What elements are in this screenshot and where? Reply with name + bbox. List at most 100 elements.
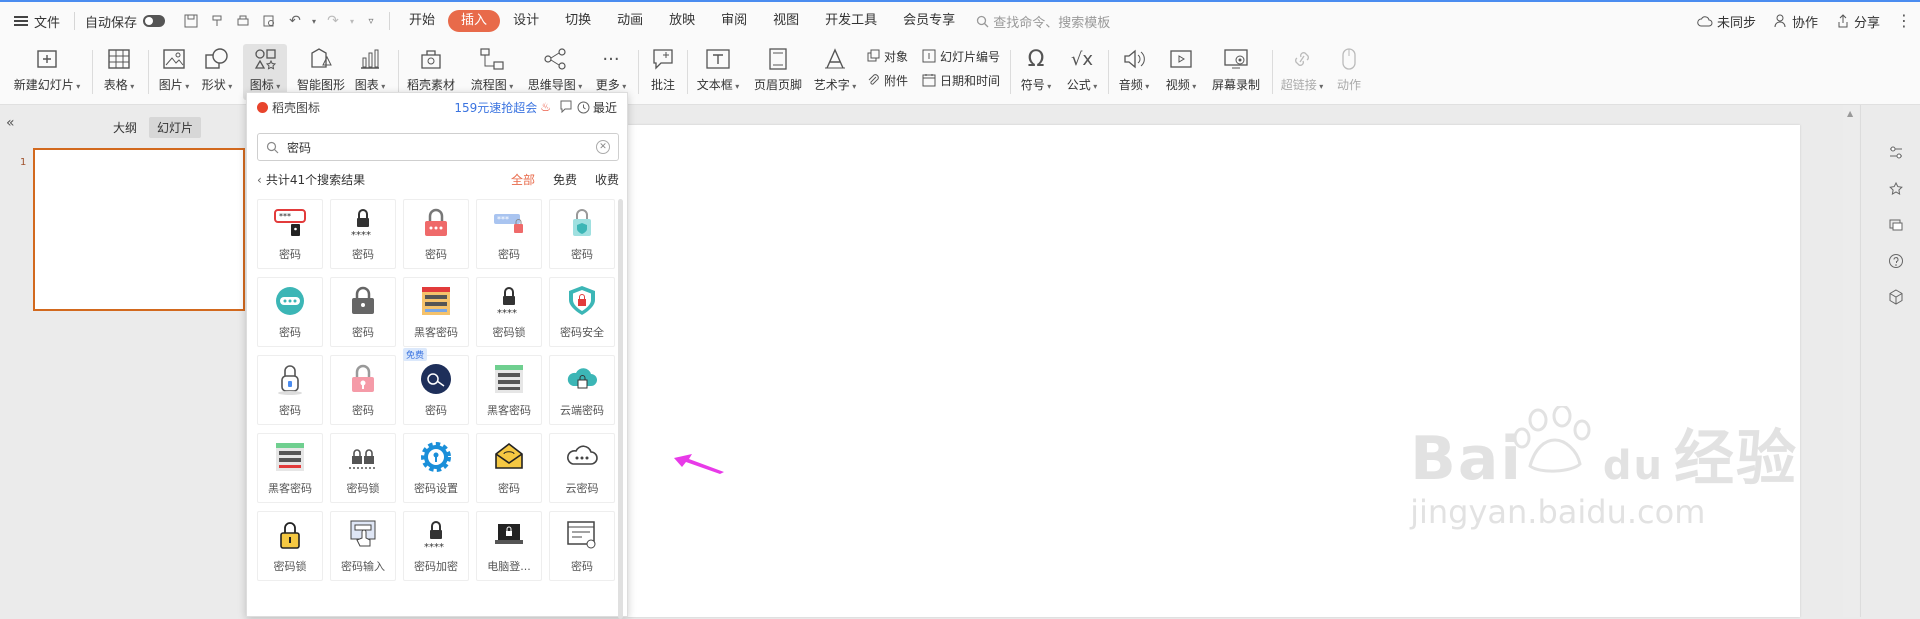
icon-result-item[interactable]: 密码设置	[403, 433, 469, 503]
tab-home[interactable]: 开始	[396, 10, 448, 32]
icon-result-item[interactable]: 云密码	[549, 433, 615, 503]
comment-button[interactable]: 批注	[646, 44, 680, 100]
icon-result-item[interactable]: 密码锁	[257, 511, 323, 581]
tab-member[interactable]: 会员专享	[890, 10, 968, 32]
divider	[1272, 50, 1273, 94]
right-tools: 未同步 协作 分享	[1697, 2, 1880, 40]
datetime-button[interactable]: 日期和时间	[922, 70, 1000, 90]
icon-result-item[interactable]: 黑客密码	[403, 277, 469, 347]
icon-result-item[interactable]: 密码输入	[330, 511, 396, 581]
animation-icon[interactable]	[1878, 171, 1914, 207]
slide-thumbnail[interactable]	[33, 148, 245, 311]
help-icon[interactable]	[1878, 243, 1914, 279]
formula-button[interactable]: √x 公式	[1064, 44, 1100, 100]
icon-result-item[interactable]: 密码	[403, 199, 469, 269]
action-button[interactable]: 动作	[1334, 44, 1364, 100]
print-icon[interactable]	[231, 9, 255, 33]
shape-button[interactable]: 形状	[198, 44, 236, 100]
video-button[interactable]: 视频	[1162, 44, 1200, 100]
recent-button[interactable]: 最近	[577, 99, 617, 116]
new-slide-label: 新建幻灯片	[14, 76, 81, 93]
format-painter-icon[interactable]	[205, 9, 229, 33]
clear-search-icon[interactable]: ✕	[596, 140, 610, 154]
file-menu[interactable]: 文件	[0, 2, 68, 40]
icon-result-item[interactable]: *** 密码	[257, 199, 323, 269]
icon-result-item[interactable]: 云端密码	[549, 355, 615, 425]
slide-canvas[interactable]	[628, 125, 1800, 617]
share-button[interactable]: 分享	[1836, 12, 1880, 31]
icon-result-item[interactable]: **** 密码加密	[403, 511, 469, 581]
collapse-pane-icon[interactable]: «	[6, 115, 15, 131]
filter-free[interactable]: 免费	[553, 171, 577, 188]
picture-button[interactable]: 图片	[156, 44, 192, 100]
textbox-button[interactable]: 文本框	[694, 44, 742, 100]
icon-result-item[interactable]: 电脑登...	[476, 511, 542, 581]
icon-result-item[interactable]: 黑客密码	[476, 355, 542, 425]
table-button[interactable]: 表格	[100, 44, 138, 100]
icon-result-item[interactable]: 密码	[257, 277, 323, 347]
icon-result-item[interactable]: 密码	[330, 277, 396, 347]
vertical-scrollbar[interactable]: ▲	[1843, 105, 1859, 617]
tab-insert[interactable]: 插入	[448, 10, 501, 32]
icon-search-input[interactable]	[285, 139, 596, 155]
symbol-button[interactable]: Ω 符号	[1018, 44, 1054, 100]
hyperlink-button[interactable]: 超链接	[1280, 44, 1324, 100]
icon-result-item[interactable]: *** 密码	[476, 199, 542, 269]
more-options-icon[interactable]: ⋮	[1896, 11, 1912, 30]
icon-result-item[interactable]: **** 密码	[330, 199, 396, 269]
feedback-icon[interactable]	[559, 99, 573, 116]
new-slide-button[interactable]: 新建幻灯片	[12, 44, 82, 100]
slide-number-button[interactable]: 幻灯片编号	[922, 46, 1000, 66]
properties-icon[interactable]	[1878, 135, 1914, 171]
slide-switch-icon[interactable]	[1878, 207, 1914, 243]
tab-developer[interactable]: 开发工具	[812, 10, 890, 32]
command-search[interactable]: 查找命令、搜索模板	[976, 12, 1110, 31]
autosave-toggle[interactable]: 自动保存	[81, 2, 169, 40]
icon-panel-scrollbar[interactable]	[618, 199, 623, 619]
print-preview-icon[interactable]	[257, 9, 281, 33]
member-promo-link[interactable]: 159元速抢超会 ♨	[454, 99, 551, 116]
icon-search-box[interactable]: ✕	[257, 133, 619, 161]
filter-paid[interactable]: 收费	[595, 171, 619, 188]
sync-button[interactable]: 未同步	[1697, 12, 1756, 31]
icon-result-item[interactable]: **** 密码锁	[476, 277, 542, 347]
icon-result-item[interactable]: 黑客密码	[257, 433, 323, 503]
tab-review[interactable]: 审阅	[708, 10, 760, 32]
audio-button[interactable]: 音频	[1116, 44, 1152, 100]
wordart-button[interactable]: 艺术字	[812, 44, 858, 100]
back-chevron-icon[interactable]: ‹	[257, 173, 262, 187]
tab-design[interactable]: 设计	[500, 10, 552, 32]
cube-icon[interactable]	[1878, 279, 1914, 315]
tab-animations[interactable]: 动画	[604, 10, 656, 32]
tab-view[interactable]: 视图	[760, 10, 812, 32]
header-footer-button[interactable]: 页眉页脚	[752, 44, 804, 100]
undo-dropdown-icon[interactable]: ▾	[309, 9, 319, 33]
teal-shield-lock-icon	[565, 206, 599, 240]
attachment-button[interactable]: 附件	[866, 70, 908, 90]
icon-result-item[interactable]: 密码安全	[549, 277, 615, 347]
customize-toolbar-icon[interactable]: ▿	[359, 9, 383, 33]
screen-record-button[interactable]: 屏幕录制	[1210, 44, 1262, 100]
lock-asterisk-icon: ****	[492, 284, 526, 318]
redo-icon[interactable]: ↷	[321, 9, 345, 33]
filter-all[interactable]: 全部	[511, 171, 535, 188]
save-icon[interactable]	[179, 9, 203, 33]
scroll-up-icon[interactable]: ▲	[1847, 109, 1853, 118]
icon-result-item[interactable]: 密码	[330, 355, 396, 425]
redo-dropdown-icon[interactable]: ▾	[347, 9, 357, 33]
icon-result-item[interactable]: 密码	[549, 199, 615, 269]
icon-result-item[interactable]: 免费 密码	[403, 348, 469, 425]
icon-result-item[interactable]: 密码锁	[330, 433, 396, 503]
pane-tabs: 大纲 幻灯片	[105, 117, 202, 138]
divider	[148, 50, 149, 94]
icon-result-item[interactable]: 密码	[257, 355, 323, 425]
tab-outline[interactable]: 大纲	[105, 117, 145, 138]
icon-result-item[interactable]: 密码	[476, 433, 542, 503]
tab-slideshow[interactable]: 放映	[656, 10, 708, 32]
tab-slides[interactable]: 幻灯片	[149, 117, 202, 138]
object-button[interactable]: 对象	[866, 46, 908, 66]
undo-icon[interactable]: ↶	[283, 9, 307, 33]
tab-transitions[interactable]: 切换	[552, 10, 604, 32]
icon-result-item[interactable]: 密码	[549, 511, 615, 581]
collab-button[interactable]: 协作	[1774, 12, 1818, 31]
